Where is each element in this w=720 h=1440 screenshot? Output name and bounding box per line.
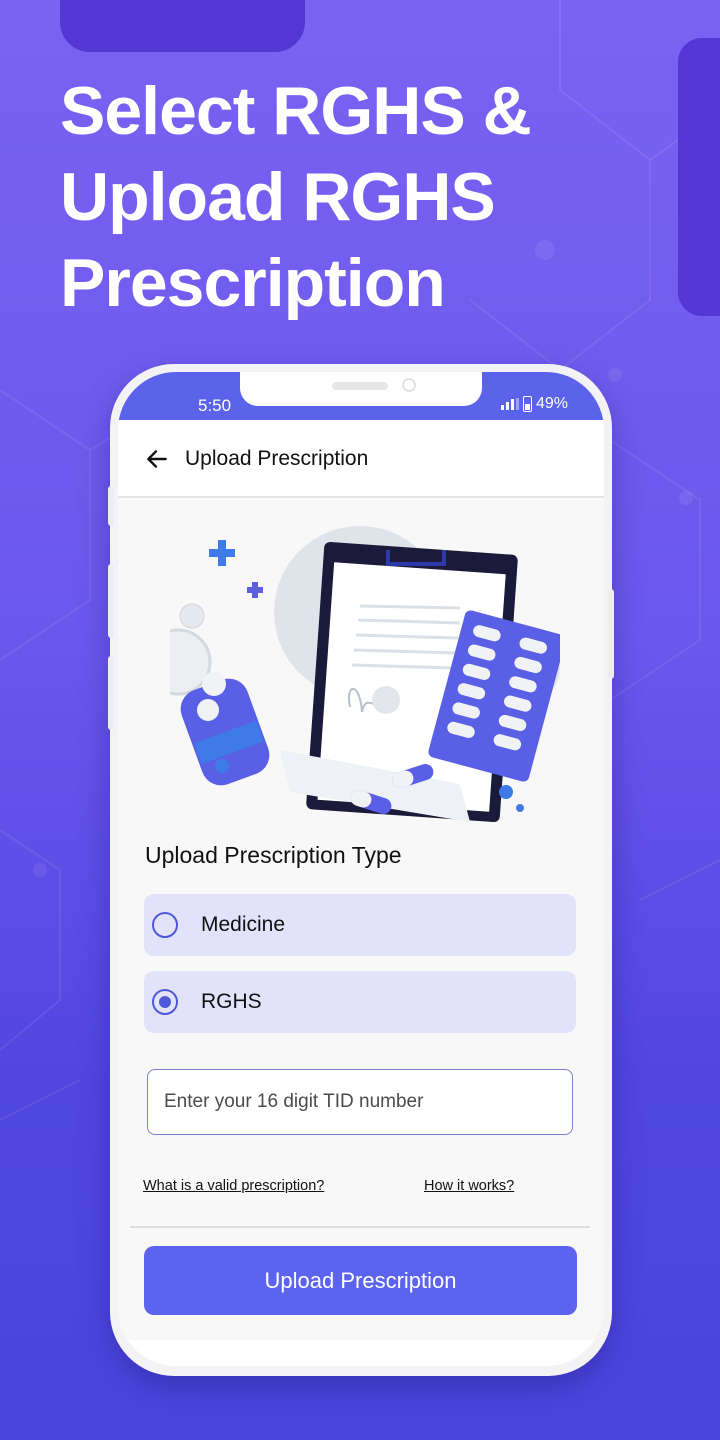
- screen-bottom-bar: [118, 1340, 604, 1366]
- status-bar: 5:50 49%: [118, 372, 604, 420]
- phone-side-button: [108, 486, 114, 526]
- decorative-block-top: [60, 0, 305, 52]
- headline-line: Select RGHS &: [60, 73, 532, 149]
- section-title: Upload Prescription Type: [145, 842, 402, 868]
- phone-notch: [240, 372, 482, 406]
- tid-number-input[interactable]: [147, 1069, 573, 1135]
- signal-bars-icon: [500, 398, 519, 410]
- radio-button[interactable]: [152, 912, 178, 938]
- dot-decoration: [215, 759, 229, 773]
- promo-headline: Select RGHS & Upload RGHS Prescription: [60, 68, 680, 326]
- upload-prescription-button[interactable]: Upload Prescription: [144, 1246, 577, 1315]
- valid-prescription-link[interactable]: What is a valid prescription?: [143, 1178, 324, 1194]
- battery-percentage: 49%: [535, 395, 568, 412]
- option-label: RGHS: [201, 990, 262, 1013]
- page-title: Upload Prescription: [185, 447, 369, 470]
- phone-side-button: [608, 589, 614, 679]
- option-rghs[interactable]: RGHS: [144, 971, 576, 1033]
- status-indicators: 49%: [500, 395, 568, 413]
- plus-icon: [247, 582, 263, 598]
- phone-mockup: 5:50 49% Upload Prescription Upload Pres…: [108, 364, 614, 1376]
- pill-icon: [202, 672, 226, 696]
- speaker-grille: [332, 382, 388, 390]
- front-camera: [402, 378, 416, 392]
- arrow-left-icon[interactable]: [144, 446, 170, 472]
- upload-form-content: Upload Prescription Type Medicine RGHS W…: [118, 498, 604, 1340]
- dot-decoration: [516, 804, 524, 812]
- pill-icon: [179, 603, 205, 629]
- status-time: 5:50: [198, 396, 232, 415]
- option-medicine[interactable]: Medicine: [144, 894, 576, 956]
- battery-icon: [522, 396, 532, 412]
- phone-side-button: [108, 564, 114, 638]
- option-label: Medicine: [201, 913, 286, 936]
- how-it-works-link[interactable]: How it works?: [424, 1178, 514, 1194]
- dot-decoration: [203, 748, 211, 756]
- radio-button-selected[interactable]: [152, 989, 178, 1015]
- divider: [130, 1226, 590, 1228]
- prescription-illustration: [170, 526, 560, 822]
- dot-decoration: [499, 785, 513, 799]
- phone-screen: 5:50 49% Upload Prescription Upload Pres…: [118, 372, 604, 1366]
- plus-icon: [209, 540, 235, 566]
- phone-side-button: [108, 656, 114, 730]
- decorative-block-right: [678, 38, 720, 316]
- pill-icon: [197, 699, 219, 721]
- app-bar: Upload Prescription: [118, 420, 604, 498]
- headline-line: Upload RGHS: [60, 159, 496, 235]
- headline-line: Prescription: [60, 245, 446, 321]
